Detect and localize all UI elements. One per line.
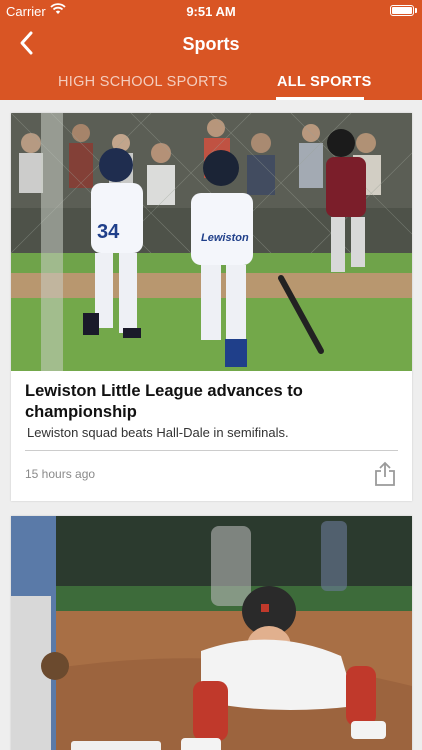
article-card[interactable]: 34 Lewiston Lewiston Little League advan… bbox=[11, 113, 412, 501]
article-timestamp: 15 hours ago bbox=[25, 467, 96, 481]
article-card[interactable] bbox=[11, 516, 412, 750]
status-time: 9:51 AM bbox=[186, 4, 236, 19]
tab-bar: HIGH SCHOOL SPORTS ALL SPORTS bbox=[0, 66, 422, 100]
status-bar: Carrier 9:51 AM bbox=[0, 0, 422, 22]
article-photo[interactable]: 34 Lewiston bbox=[11, 113, 412, 371]
tab-high-school-sports[interactable]: HIGH SCHOOL SPORTS bbox=[58, 74, 228, 90]
page-title: Sports bbox=[182, 34, 240, 54]
battery-icon bbox=[390, 5, 417, 16]
article-title[interactable]: Lewiston Little League advances to champ… bbox=[25, 381, 385, 423]
card-divider bbox=[25, 450, 398, 451]
share-icon[interactable] bbox=[373, 461, 397, 487]
active-tab-indicator bbox=[276, 97, 364, 100]
article-summary: Lewiston squad beats Hall-Dale in semifi… bbox=[27, 425, 289, 440]
jersey-name: Lewiston bbox=[201, 232, 249, 244]
tab-all-sports[interactable]: ALL SPORTS bbox=[277, 74, 372, 90]
nav-bar: Sports bbox=[0, 22, 422, 66]
app-header: Carrier 9:51 AM Sports HIGH SCHOOL SPORT… bbox=[0, 0, 422, 100]
jersey-number: 34 bbox=[97, 221, 120, 243]
article-photo[interactable] bbox=[11, 516, 412, 750]
